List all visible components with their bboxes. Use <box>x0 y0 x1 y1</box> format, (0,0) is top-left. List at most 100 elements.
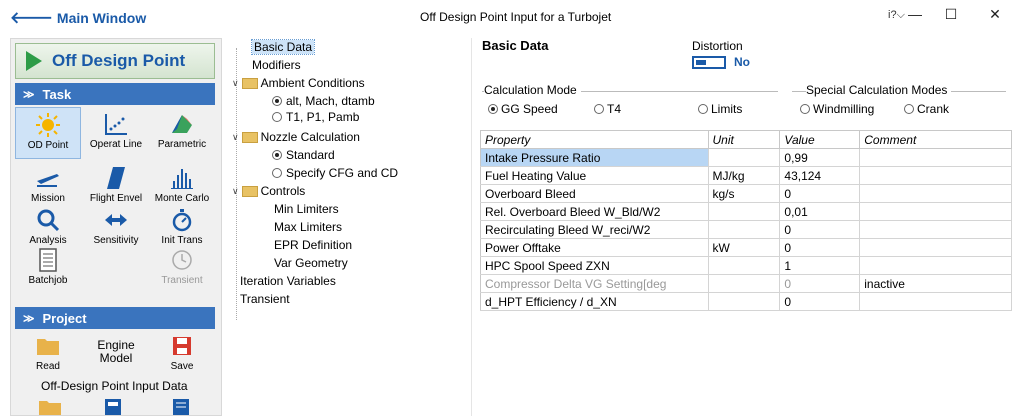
clock-icon <box>149 247 215 273</box>
minimize-button[interactable]: — <box>900 6 930 26</box>
close-button[interactable]: ✕ <box>980 6 1010 26</box>
table-row[interactable]: HPC Spool Speed ZXN 1 <box>480 256 1012 275</box>
distortion-toggle[interactable] <box>692 56 726 69</box>
engine-model-button[interactable]: Engine Model <box>83 335 149 373</box>
value-cell[interactable]: 1 <box>779 256 861 275</box>
comment-cell[interactable] <box>859 238 1012 257</box>
property-cell[interactable]: Fuel Heating Value <box>480 166 709 185</box>
calc-mode-gg-speed[interactable]: GG Speed <box>488 102 558 116</box>
table-row[interactable]: Overboard Bleed kg/s 0 <box>480 184 1012 203</box>
tree-item-controls[interactable]: ∨ Controls <box>232 184 305 198</box>
comment-cell[interactable] <box>859 184 1012 203</box>
tool-operating-line[interactable]: Operat Line <box>83 107 149 159</box>
property-cell[interactable]: Rel. Overboard Bleed W_Bld/W2 <box>480 202 709 221</box>
back-to-main-window-link[interactable]: 🡐 Main Window <box>10 7 146 28</box>
tree-item-max-limiters[interactable]: Max Limiters <box>274 220 342 234</box>
tool-batchjob[interactable]: Batchjob <box>15 243 81 295</box>
property-cell[interactable]: Power Offtake <box>480 238 709 257</box>
tree-item-var-geometry[interactable]: Var Geometry <box>274 256 348 270</box>
value-cell[interactable]: 0 <box>779 238 861 257</box>
table-row[interactable]: Power Offtake kW 0 <box>480 238 1012 257</box>
chevron-down-icon[interactable]: ∨ <box>232 186 239 197</box>
comment-cell[interactable]: inactive <box>859 274 1012 293</box>
tool-label: Operat Line <box>89 139 143 150</box>
calc-mode-limits[interactable]: Limits <box>698 102 742 116</box>
save-button[interactable]: Save <box>149 331 215 375</box>
comment-cell[interactable] <box>859 256 1012 275</box>
value-cell[interactable]: 0 <box>779 184 861 203</box>
header-label: Off Design Point <box>52 51 186 70</box>
maximize-button[interactable]: ☐ <box>936 6 966 26</box>
tree-item-specify-cfg-cd[interactable]: Specify CFG and CD <box>272 166 398 180</box>
project-section-bar[interactable]: ≫ Project <box>15 307 215 329</box>
comment-cell[interactable] <box>859 220 1012 239</box>
column-header-property[interactable]: Property <box>480 130 709 149</box>
tree-item-min-limiters[interactable]: Min Limiters <box>274 202 339 216</box>
table-row[interactable]: Recirculating Bleed W_reci/W2 0 <box>480 220 1012 239</box>
special-mode-windmilling[interactable]: Windmilling <box>800 102 874 116</box>
tree-item-basic-data[interactable]: Basic Data <box>250 39 316 55</box>
radio-selected-icon <box>272 96 282 106</box>
tree-item-transient[interactable]: Transient <box>240 292 290 306</box>
tree-item-iteration-variables[interactable]: Iteration Variables <box>240 274 336 288</box>
document-icon[interactable] <box>103 397 123 416</box>
column-header-unit[interactable]: Unit <box>707 130 781 149</box>
tool-od-point[interactable]: OD Point <box>15 107 81 159</box>
comment-cell[interactable] <box>859 292 1012 311</box>
value-cell[interactable]: 0 <box>779 292 861 311</box>
left-tool-panel: Off Design Point ≫ Task OD Point Operat … <box>10 38 222 416</box>
tree-item-nozzle-calculation[interactable]: ∨ Nozzle Calculation <box>232 130 360 144</box>
value-cell[interactable]: 43,124 <box>779 166 861 185</box>
read-button[interactable]: Read <box>15 331 81 375</box>
tree-item-t1-p1-pamb[interactable]: T1, P1, Pamb <box>272 110 359 124</box>
table-row[interactable]: Intake Pressure Ratio 0,99 <box>480 148 1012 167</box>
tool-transient[interactable]: Transient <box>149 243 215 295</box>
tree-item-standard[interactable]: Standard <box>272 148 335 162</box>
property-cell[interactable]: Intake Pressure Ratio <box>480 148 709 167</box>
comment-cell[interactable] <box>859 202 1012 221</box>
special-mode-crank[interactable]: Crank <box>904 102 949 116</box>
unit-cell <box>708 202 781 221</box>
collapse-chevron-icon: ≫ <box>23 312 35 325</box>
play-icon <box>26 51 42 71</box>
folder-icon[interactable] <box>37 399 63 416</box>
tool-label: Parametric <box>157 139 207 150</box>
tool-parametric[interactable]: Parametric <box>149 107 215 159</box>
table-row[interactable]: Compressor Delta VG Setting[deg 0 inacti… <box>480 274 1012 293</box>
tree-item-alt-mach-dtamb[interactable]: alt, Mach, dtamb <box>272 94 375 108</box>
tree-item-label: Iteration Variables <box>240 274 336 288</box>
tool-sensitivity[interactable]: Sensitivity <box>83 203 149 255</box>
tree-item-modifiers[interactable]: Modifiers <box>252 58 301 72</box>
table-row[interactable]: Fuel Heating Value MJ/kg 43,124 <box>480 166 1012 185</box>
value-cell[interactable]: 0,99 <box>779 148 861 167</box>
property-cell[interactable]: Recirculating Bleed W_reci/W2 <box>480 220 709 239</box>
radio-unselected-icon <box>800 104 810 114</box>
off-design-point-run-button[interactable]: Off Design Point <box>15 43 215 79</box>
comment-cell[interactable] <box>859 148 1012 167</box>
unit-cell <box>708 274 781 293</box>
table-row[interactable]: Rel. Overboard Bleed W_Bld/W2 0,01 <box>480 202 1012 221</box>
histogram-icon <box>149 165 215 191</box>
chevron-down-icon[interactable]: ∨ <box>232 78 239 89</box>
title-bar: 🡐 Main Window Off Design Point Input for… <box>0 0 1012 30</box>
property-cell[interactable]: Compressor Delta VG Setting[deg <box>480 274 709 293</box>
chevron-down-icon[interactable]: ∨ <box>232 132 239 143</box>
column-header-value[interactable]: Value <box>779 130 861 149</box>
property-cell[interactable]: d_HPT Efficiency / d_XN <box>480 292 709 311</box>
tree-item-label: Modifiers <box>252 58 301 72</box>
value-cell[interactable]: 0 <box>779 220 861 239</box>
property-cell[interactable]: Overboard Bleed <box>480 184 709 203</box>
report-icon[interactable] <box>171 397 191 416</box>
comment-cell[interactable] <box>859 166 1012 185</box>
table-row[interactable]: d_HPT Efficiency / d_XN 0 <box>480 292 1012 311</box>
value-cell[interactable]: 0 <box>779 274 861 293</box>
column-header-comment[interactable]: Comment <box>859 130 1012 149</box>
tree-item-epr-definition[interactable]: EPR Definition <box>274 238 352 252</box>
tree-item-ambient-conditions[interactable]: ∨ Ambient Conditions <box>232 76 365 90</box>
tree-item-label: Standard <box>286 148 335 162</box>
property-cell[interactable]: HPC Spool Speed ZXN <box>480 256 709 275</box>
value-cell[interactable]: 0,01 <box>779 202 861 221</box>
calc-mode-t4[interactable]: T4 <box>594 102 621 116</box>
task-section-bar[interactable]: ≫ Task <box>15 83 215 105</box>
collapse-chevron-icon: ≫ <box>23 88 35 101</box>
